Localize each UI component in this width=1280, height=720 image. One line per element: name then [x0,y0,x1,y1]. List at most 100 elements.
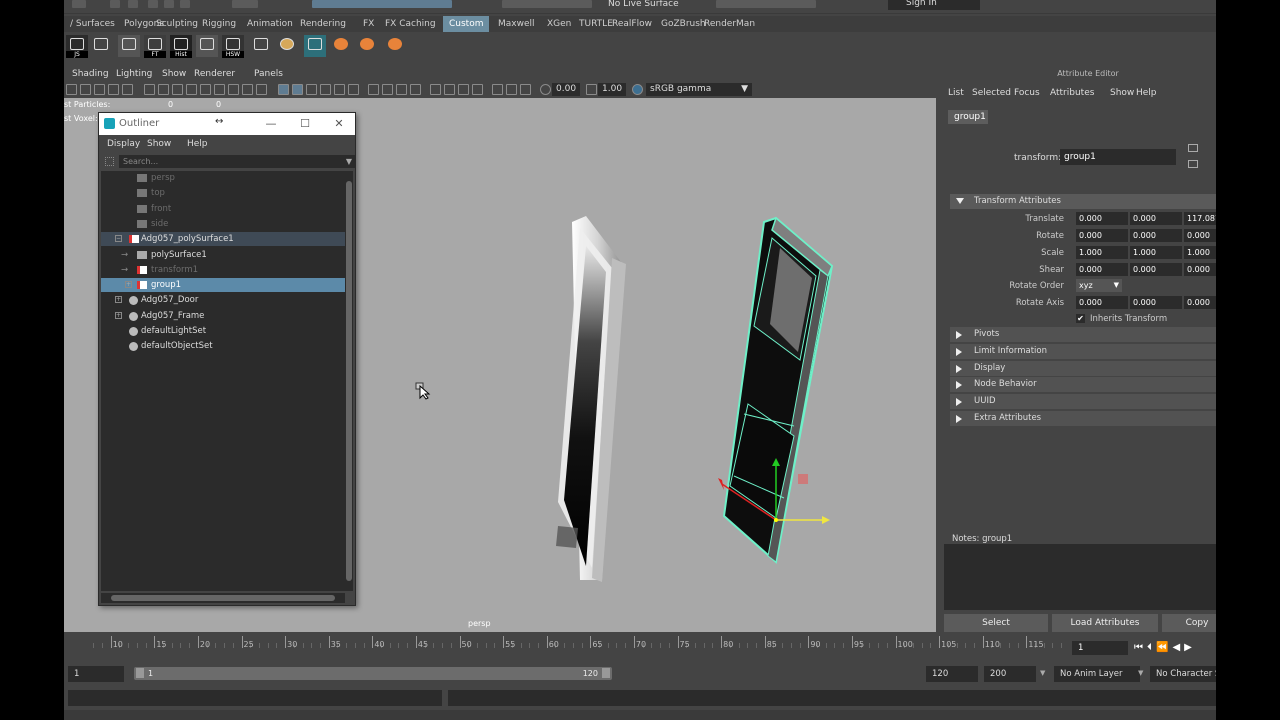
shelf-tab[interactable]: RenderMan [698,16,761,32]
step-key-back-icon[interactable]: ⏪ [1156,642,1172,653]
viewport-menu-item[interactable]: Show [162,69,186,79]
outliner-menu-item[interactable]: Display [107,139,140,149]
selection-mask-icons[interactable] [312,0,452,8]
notes-textarea[interactable] [944,544,1216,610]
shelf-tab[interactable]: XGen [541,16,577,32]
grid-icon[interactable] [144,84,155,95]
playback-controls[interactable]: ⏮⏴⏪◀▶ [1134,642,1196,653]
color-management-icon[interactable] [632,84,643,95]
attribute-field[interactable]: 0.000 [1184,263,1216,276]
outliner-titlebar[interactable]: Outliner ↔ — ☐ ✕ [99,113,355,135]
skeleton-icon[interactable] [90,35,112,57]
outliner-item[interactable]: front [101,202,345,216]
exposure-field[interactable]: 0.00 [552,83,580,96]
door-mesh-selected[interactable] [722,216,834,564]
shadows-icon[interactable] [348,84,359,95]
bookmark-icon[interactable] [94,84,105,95]
js-icon[interactable]: JS [66,35,88,58]
outliner-menu-item[interactable]: Help [187,139,208,149]
image-plane-icon[interactable] [108,84,119,95]
outliner-item[interactable]: top [101,186,345,200]
expand-toggle-icon[interactable]: + [115,311,122,319]
attribute-field[interactable]: 0.000 [1076,263,1128,276]
color-space-dropdown[interactable]: sRGB gamma ▼ [646,83,752,96]
viewport-menu-item[interactable]: Panels [254,69,283,79]
center-pivot-icon[interactable] [196,35,218,57]
step-back-icon[interactable]: ⏴ [1147,642,1156,653]
expand-toggle-icon[interactable]: + [115,296,122,304]
expand-toggle-icon[interactable]: + [125,281,132,289]
attribute-field[interactable]: 0.000 [1130,229,1182,242]
undo-icon[interactable] [164,0,174,8]
inherits-transform-checkbox[interactable]: ✔ Inherits Transform [950,312,1216,326]
character-set-dropdown[interactable]: No Character Se [1150,666,1216,682]
end-frame-field[interactable]: 120 [926,666,978,682]
ao-icon[interactable] [430,84,441,95]
chevron-down-icon[interactable]: ▼ [346,155,352,168]
textured-icon[interactable] [320,84,331,95]
attribute-field[interactable]: 0.000 [1076,212,1128,225]
film-gate-icon[interactable] [158,84,169,95]
shelf-tab[interactable]: / Surfaces [64,16,121,32]
attribute-editor-menu-item[interactable]: Help [1136,88,1157,98]
gamma-lock-icon[interactable] [520,84,531,95]
resolution-gate-icon[interactable] [172,84,183,95]
load-attributes-button[interactable]: Load Attributes [1052,614,1158,632]
redo-icon[interactable] [180,0,190,8]
attribute-editor-menu-item[interactable]: Focus [1014,88,1040,98]
checker-icon[interactable] [118,35,140,57]
attribute-field[interactable]: 0.000 [1076,296,1128,309]
outliner-menu-item[interactable]: Show [147,139,171,149]
rotate-order-dropdown[interactable]: xyz ▼ [1076,279,1122,292]
section-collapsed[interactable]: Display [950,360,1216,376]
start-frame-field[interactable]: 1 [68,666,124,682]
attribute-field[interactable]: 0.000 [1184,229,1216,242]
attribute-editor-menu-item[interactable]: List [948,88,964,98]
2d-pan-icon[interactable] [122,84,133,95]
open-scene-icon[interactable] [128,0,138,8]
range-slider[interactable]: 1 120 [134,667,612,680]
outliner-item[interactable]: defaultLightSet [101,324,345,338]
outliner-item[interactable]: + Adg057_Frame [101,309,345,323]
shelf-tab[interactable]: Rendering [294,16,352,32]
exposure-icon[interactable] [540,84,551,95]
safe-action-icon[interactable] [214,84,225,95]
aa-icon[interactable] [458,84,469,95]
outliner-item[interactable]: defaultObjectSet [101,339,345,353]
attribute-field[interactable]: 1.000 [1076,246,1128,259]
current-frame-field[interactable]: 1 [1072,641,1128,655]
outliner-item[interactable]: + Adg057_Door [101,293,345,307]
attribute-field[interactable]: 117.087 [1184,212,1216,225]
shelf-tab[interactable]: FX Caching [379,16,442,32]
attribute-field[interactable]: 0.000 [1130,263,1182,276]
hud-icon[interactable] [506,84,517,95]
attribute-editor-menu-item[interactable]: Attributes [1050,88,1094,98]
viewport-menu-item[interactable]: Lighting [116,69,152,79]
isolate-select-icon[interactable] [368,84,379,95]
gate-mask-icon[interactable] [186,84,197,95]
shelf-tab[interactable]: Maxwell [492,16,541,32]
freeze-transform-icon[interactable]: FT [144,35,166,58]
section-collapsed[interactable]: Limit Information [950,343,1216,359]
select-tools-icon[interactable] [232,0,258,8]
outliner-item[interactable]: − Adg057_polySurface1 [101,232,345,247]
transform-name-field[interactable]: group1 [1060,149,1176,165]
range-handle-right[interactable] [602,668,610,678]
checkbox-icon[interactable]: ✔ [1076,314,1085,323]
attribute-field[interactable]: 1.000 [1130,246,1182,259]
sign-in-dropdown[interactable]: Sign In [888,0,980,10]
xray-components-icon[interactable] [410,84,421,95]
grease-pencil-icon[interactable] [256,84,267,95]
outliner-item[interactable]: → transform1 [101,263,345,277]
render-icons[interactable] [716,0,816,8]
safe-title-icon[interactable] [228,84,239,95]
show-node-icon[interactable] [1188,160,1198,168]
outliner-search-input[interactable]: Search... ▼ [119,155,355,168]
time-slider-track[interactable]: 10 15 20 25 30 35 40 45 50 55 60 65 70 75 80 85 90 95 100 1… [64,636,1064,660]
horizontal-scrollbar[interactable] [101,593,345,603]
focus-node-icon[interactable] [1188,144,1198,152]
shelf-tab[interactable]: Animation [241,16,299,32]
close-icon[interactable]: ✕ [329,115,349,133]
expand-toggle-icon[interactable]: − [115,235,122,243]
outliner-item[interactable]: + group1 [101,278,345,293]
